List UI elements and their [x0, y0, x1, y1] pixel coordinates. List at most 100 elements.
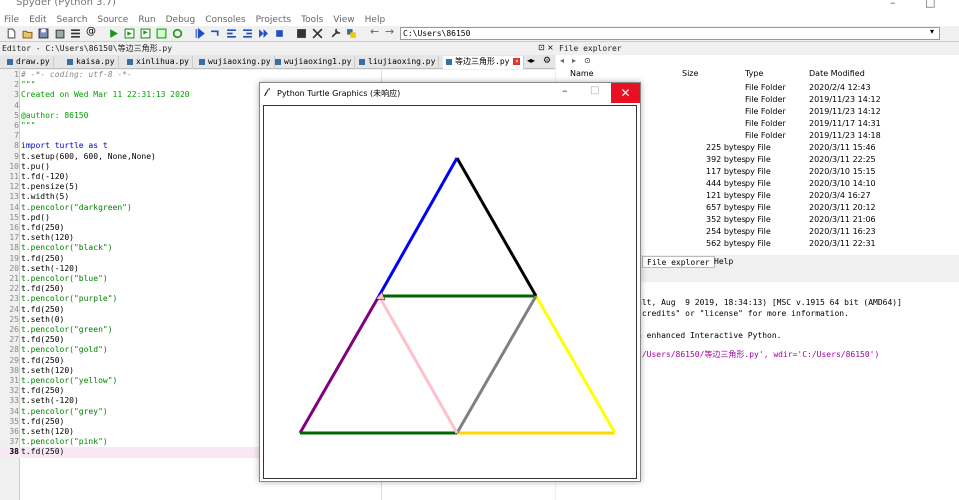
- maximize-icon[interactable]: □: [590, 85, 599, 96]
- undock-icon[interactable]: ⊡: [538, 43, 545, 52]
- turtle-canvas[interactable]: [263, 105, 637, 479]
- menu-consoles[interactable]: Consoles: [200, 13, 250, 27]
- menu-view[interactable]: View: [328, 13, 359, 27]
- file-type[interactable]: py File: [745, 214, 771, 226]
- col-header-name[interactable]: Name: [570, 68, 594, 80]
- file-type[interactable]: py File: [745, 178, 771, 190]
- file-date[interactable]: 2020/3/11 22:25: [809, 154, 876, 166]
- file-date[interactable]: 2020/3/11 15:46: [809, 142, 876, 154]
- debug-icon[interactable]: [194, 28, 205, 39]
- file-type[interactable]: py File: [745, 202, 771, 214]
- file-size[interactable]: 117 bytes: [706, 166, 746, 178]
- turtle-titlebar[interactable]: 𝒻 Python Turtle Graphics (未响应) – □ ✕: [260, 83, 640, 103]
- file-type[interactable]: py File: [745, 142, 771, 154]
- file-date[interactable]: 2020/3/4 16:27: [809, 190, 871, 202]
- file-date[interactable]: 2019/11/23 14:18: [809, 130, 881, 142]
- continue-icon[interactable]: [258, 28, 269, 39]
- file-date[interactable]: 2020/3/11 20:12: [809, 202, 876, 214]
- tab-editor-file[interactable]: liujiaoxing.py: [356, 56, 440, 69]
- run-cell-advance-icon[interactable]: [140, 28, 151, 39]
- close-pane-icon[interactable]: ×: [547, 43, 554, 52]
- wrench-icon[interactable]: [330, 28, 341, 39]
- file-date[interactable]: 2020/3/11 21:06: [809, 214, 876, 226]
- maximize-icon[interactable]: □: [925, 0, 935, 9]
- save-all-icon[interactable]: [54, 28, 65, 39]
- tab-file-explorer[interactable]: File explorer: [642, 256, 715, 268]
- file-size[interactable]: 444 bytes: [706, 178, 746, 190]
- step-into-icon[interactable]: [226, 28, 237, 39]
- col-header-type[interactable]: Type: [745, 68, 763, 80]
- forward-arrow-icon[interactable]: →: [385, 25, 396, 38]
- menu-edit[interactable]: Edit: [24, 13, 51, 27]
- file-date[interactable]: 2020/3/11 16:23: [809, 226, 876, 238]
- back-arrow-icon[interactable]: ←: [370, 25, 381, 38]
- col-header-date[interactable]: Date Modified: [809, 68, 865, 80]
- save-icon[interactable]: [38, 28, 49, 39]
- file-type[interactable]: py File: [745, 154, 771, 166]
- file-date[interactable]: 2019/11/17 14:31: [809, 118, 881, 130]
- file-date[interactable]: 2019/11/23 14:12: [809, 106, 881, 118]
- menu-source[interactable]: Source: [92, 13, 133, 27]
- run-icon[interactable]: [108, 28, 119, 39]
- nav-back-icon[interactable]: ◂: [560, 56, 564, 65]
- fullscreen-icon[interactable]: [312, 28, 323, 39]
- file-type[interactable]: py File: [745, 190, 771, 202]
- python-icon[interactable]: [346, 28, 357, 39]
- file-date[interactable]: 2020/2/4 12:43: [809, 82, 871, 94]
- file-date[interactable]: 2020/3/10 14:10: [809, 178, 876, 190]
- file-type[interactable]: File Folder: [745, 94, 786, 106]
- file-size[interactable]: 657 bytes: [706, 202, 746, 214]
- file-type[interactable]: py File: [745, 226, 771, 238]
- file-size[interactable]: 352 bytes: [706, 214, 746, 226]
- rerun-icon[interactable]: [172, 28, 183, 39]
- tab-scroll-icon[interactable]: ◂▸: [527, 56, 535, 65]
- col-header-size[interactable]: Size: [682, 68, 698, 80]
- menu-search[interactable]: Search: [52, 13, 93, 27]
- open-file-icon[interactable]: [22, 28, 33, 39]
- tab-help[interactable]: Help: [710, 256, 737, 268]
- nav-forward-icon[interactable]: ▸: [572, 56, 576, 65]
- working-directory-input[interactable]: C:\Users\86150: [400, 27, 940, 40]
- minimize-icon[interactable]: –: [562, 84, 568, 97]
- file-size[interactable]: 225 bytes: [706, 142, 746, 154]
- file-type[interactable]: py File: [745, 238, 771, 250]
- file-size[interactable]: 254 bytes: [706, 226, 746, 238]
- step-icon[interactable]: [210, 28, 221, 39]
- maximize-pane-icon[interactable]: [296, 28, 307, 39]
- minimize-icon[interactable]: –: [890, 0, 896, 9]
- close-tab-icon[interactable]: ×: [513, 58, 521, 65]
- file-size[interactable]: 392 bytes: [706, 154, 746, 166]
- list-icon[interactable]: [70, 28, 81, 39]
- file-type[interactable]: py File: [745, 166, 771, 178]
- turtle-graphics-window[interactable]: 𝒻 Python Turtle Graphics (未响应) – □ ✕: [259, 82, 641, 482]
- tab-editor-file[interactable]: draw.py: [4, 56, 54, 69]
- chevron-down-icon[interactable]: ▾: [930, 27, 934, 36]
- file-type[interactable]: File Folder: [745, 118, 786, 130]
- file-type[interactable]: File Folder: [745, 82, 786, 94]
- code-line[interactable]: 1 # -*- coding: utf-8 -*-: [0, 70, 555, 80]
- gear-icon[interactable]: ⚙: [543, 56, 551, 66]
- close-icon[interactable]: ✕: [611, 83, 640, 103]
- tab-editor-file[interactable]: kaisa.py: [64, 56, 119, 69]
- menu-projects[interactable]: Projects: [251, 13, 296, 27]
- file-date[interactable]: 2020/3/10 15:15: [809, 166, 876, 178]
- tab-editor-file[interactable]: 等边三角形.py ×: [443, 56, 525, 69]
- run-selection-icon[interactable]: [156, 28, 167, 39]
- file-type[interactable]: File Folder: [745, 130, 786, 142]
- tab-editor-file[interactable]: wujiaoxing1.py: [272, 56, 356, 69]
- file-type[interactable]: File Folder: [745, 106, 786, 118]
- step-return-icon[interactable]: [242, 28, 253, 39]
- file-date[interactable]: 2020/3/11 22:31: [809, 238, 876, 250]
- menu-file[interactable]: File: [0, 13, 24, 27]
- file-size[interactable]: 562 bytes: [706, 238, 746, 250]
- menu-run[interactable]: Run: [133, 13, 160, 27]
- menu-tools[interactable]: Tools: [296, 13, 328, 27]
- file-date[interactable]: 2019/11/23 14:12: [809, 94, 881, 106]
- tab-editor-file[interactable]: wujiaoxing.py: [196, 56, 275, 69]
- stop-debug-icon[interactable]: [274, 28, 285, 39]
- at-icon[interactable]: @: [86, 26, 97, 37]
- menu-debug[interactable]: Debug: [161, 13, 201, 27]
- run-cell-icon[interactable]: [124, 28, 135, 39]
- file-size[interactable]: 121 bytes: [706, 190, 746, 202]
- tab-editor-file[interactable]: xinlihua.py: [124, 56, 193, 69]
